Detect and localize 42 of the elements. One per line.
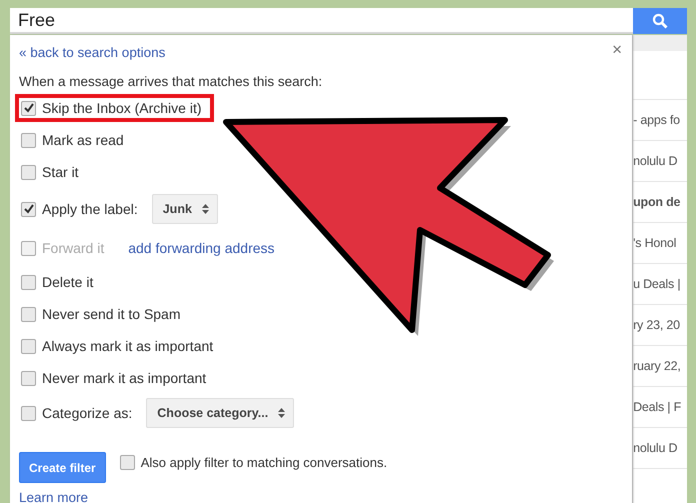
- option-label: Delete it: [42, 274, 94, 290]
- option-label: Categorize as:: [42, 405, 132, 421]
- learn-more-link[interactable]: Learn more: [19, 490, 88, 503]
- message-snippet[interactable]: Deals | F: [633, 400, 682, 414]
- sort-arrows-icon: [278, 407, 286, 419]
- checkbox[interactable]: [21, 164, 36, 180]
- checkbox[interactable]: [21, 132, 36, 148]
- checkbox[interactable]: [21, 370, 36, 386]
- message-snippet[interactable]: nolulu D: [633, 154, 678, 168]
- list-header-bar: [633, 35, 687, 51]
- search-icon: [652, 13, 668, 29]
- checkbox[interactable]: [21, 202, 36, 216]
- message-snippet[interactable]: - apps fo: [633, 113, 680, 127]
- checkbox[interactable]: [21, 274, 36, 290]
- search-field[interactable]: Free: [10, 8, 633, 34]
- checkbox[interactable]: [21, 338, 36, 354]
- back-link[interactable]: « back to search options: [19, 45, 166, 60]
- checkbox[interactable]: [21, 406, 36, 420]
- message-snippet[interactable]: upon de: [633, 195, 680, 209]
- option-label: Mark as read: [42, 132, 124, 148]
- message-snippet[interactable]: nolulu D: [633, 441, 678, 455]
- option-label: Star it: [42, 164, 79, 180]
- also-apply-label: Also apply filter to matching conversations.: [140, 455, 388, 470]
- label-select[interactable]: Junk: [152, 194, 218, 224]
- message-snippet[interactable]: ruary 22,: [633, 359, 681, 373]
- checkbox[interactable]: [21, 306, 36, 322]
- search-button[interactable]: [633, 8, 687, 34]
- option-label: Always mark it as important: [42, 338, 214, 354]
- option-label: Apply the label:: [42, 201, 138, 217]
- checkbox[interactable]: [120, 455, 135, 470]
- message-snippet[interactable]: ry 23, 20: [633, 318, 680, 332]
- label-select[interactable]: Choose category...: [146, 398, 294, 428]
- message-snippet[interactable]: u Deals |: [633, 277, 680, 291]
- sort-arrows-icon: [202, 203, 209, 215]
- option-label: Never mark it as important: [42, 370, 206, 386]
- close-icon[interactable]: ×: [612, 40, 622, 60]
- option-label: Never send it to Spam: [42, 306, 181, 322]
- checkbox[interactable]: [21, 100, 36, 116]
- intro-text: When a message arrives that matches this search:: [19, 74, 324, 89]
- message-snippet[interactable]: 's Honol: [633, 236, 676, 250]
- option-label: Forward it: [42, 240, 104, 256]
- option-label: Skip the Inbox (Archive it): [42, 100, 202, 116]
